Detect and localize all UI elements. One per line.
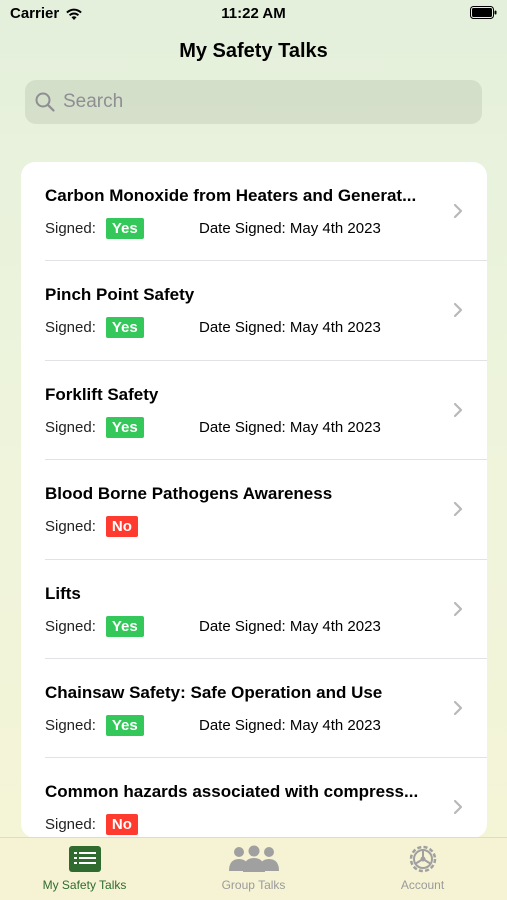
talk-title: Chainsaw Safety: Safe Operation and Use [45,682,383,702]
signed-label: Signed: [45,319,96,337]
list-item[interactable]: Pinch Point Safety Signed: Yes Date Sign… [21,261,487,362]
chevron-right-icon [453,800,463,815]
group-icon [228,845,279,872]
status-bar: Carrier 11:22 AM [0,0,507,28]
tab-bar: My Safety Talks Group Talks Account [0,837,507,900]
list-item[interactable]: Forklift Safety Signed: Yes Date Signed:… [21,361,487,461]
list-icon [68,846,101,872]
search-bar[interactable] [25,80,482,124]
talk-meta: Signed: Yes Date Signed: May 4th 2023 [45,218,381,239]
signed-status-badge: No [105,814,138,836]
talk-meta: Signed: No [45,814,138,836]
tab-label: My Safety Talks [42,878,127,892]
chevron-right-icon [453,402,463,417]
talk-title: Carbon Monoxide from Heaters and Generat… [45,186,417,205]
talk-meta: Signed: No [45,516,138,538]
list-item[interactable]: Lifts Signed: Yes Date Signed: May 4th 2… [21,560,487,660]
talk-meta: Signed: Yes Date Signed: May 4th 2023 [45,416,381,438]
talk-title: Blood Borne Pathogens Awareness [45,484,333,504]
signed-status-badge: Yes [105,615,144,637]
chevron-right-icon [453,601,463,616]
signed-label: Signed: [45,716,96,734]
date-signed: Date Signed: May 4th 2023 [199,617,381,635]
signed-status-badge: Yes [105,416,144,438]
tab-my-safety-talks[interactable]: My Safety Talks [0,838,169,900]
tab-label: Account [400,878,445,892]
signed-label: Signed: [45,418,96,436]
talk-meta: Signed: Yes Date Signed: May 4th 2023 [45,615,381,637]
search-icon [35,92,55,112]
chevron-right-icon [453,303,463,318]
signed-status-badge: Yes [105,218,144,239]
date-signed: Date Signed: May 4th 2023 [199,716,381,734]
signed-label: Signed: [45,518,96,536]
signed-status-badge: No [105,516,138,538]
chevron-right-icon [453,700,463,716]
tab-account[interactable]: Account [338,838,507,900]
list-item[interactable]: Chainsaw Safety: Safe Operation and Use … [21,659,487,759]
talk-meta: Signed: Yes Date Signed: May 4th 2023 [45,714,381,736]
signed-label: Signed: [45,617,96,635]
signed-status-badge: Yes [105,714,144,736]
chevron-right-icon [453,502,463,517]
gear-icon [409,845,436,873]
date-signed: Date Signed: May 4th 2023 [199,418,381,436]
talk-title: Pinch Point Safety [45,285,195,305]
date-signed: Date Signed: May 4th 2023 [199,319,381,337]
talk-meta: Signed: Yes Date Signed: May 4th 2023 [45,317,381,339]
talk-title: Common hazards associated with compress.… [45,782,419,802]
page-title: My Safety Talks [179,40,328,62]
list-item[interactable]: Carbon Monoxide from Heaters and Generat… [21,162,487,262]
list-item[interactable]: Common hazards associated with compress.… [21,758,487,838]
list-item[interactable]: Blood Borne Pathogens Awareness Signed: … [21,460,487,560]
status-time: 11:22 AM [221,5,286,22]
tab-group-talks[interactable]: Group Talks [169,838,338,900]
talks-list: Carbon Monoxide from Heaters and Generat… [21,162,487,838]
date-signed: Date Signed: May 4th 2023 [199,220,381,237]
search-input[interactable] [63,91,443,113]
signed-label: Signed: [45,816,96,834]
signed-status-badge: Yes [105,317,144,339]
talk-title: Forklift Safety [45,384,159,404]
signed-label: Signed: [45,220,96,237]
tab-label: Group Talks [221,878,286,892]
chevron-right-icon [453,203,463,219]
battery-icon [470,6,497,19]
talk-title: Lifts [45,583,81,603]
